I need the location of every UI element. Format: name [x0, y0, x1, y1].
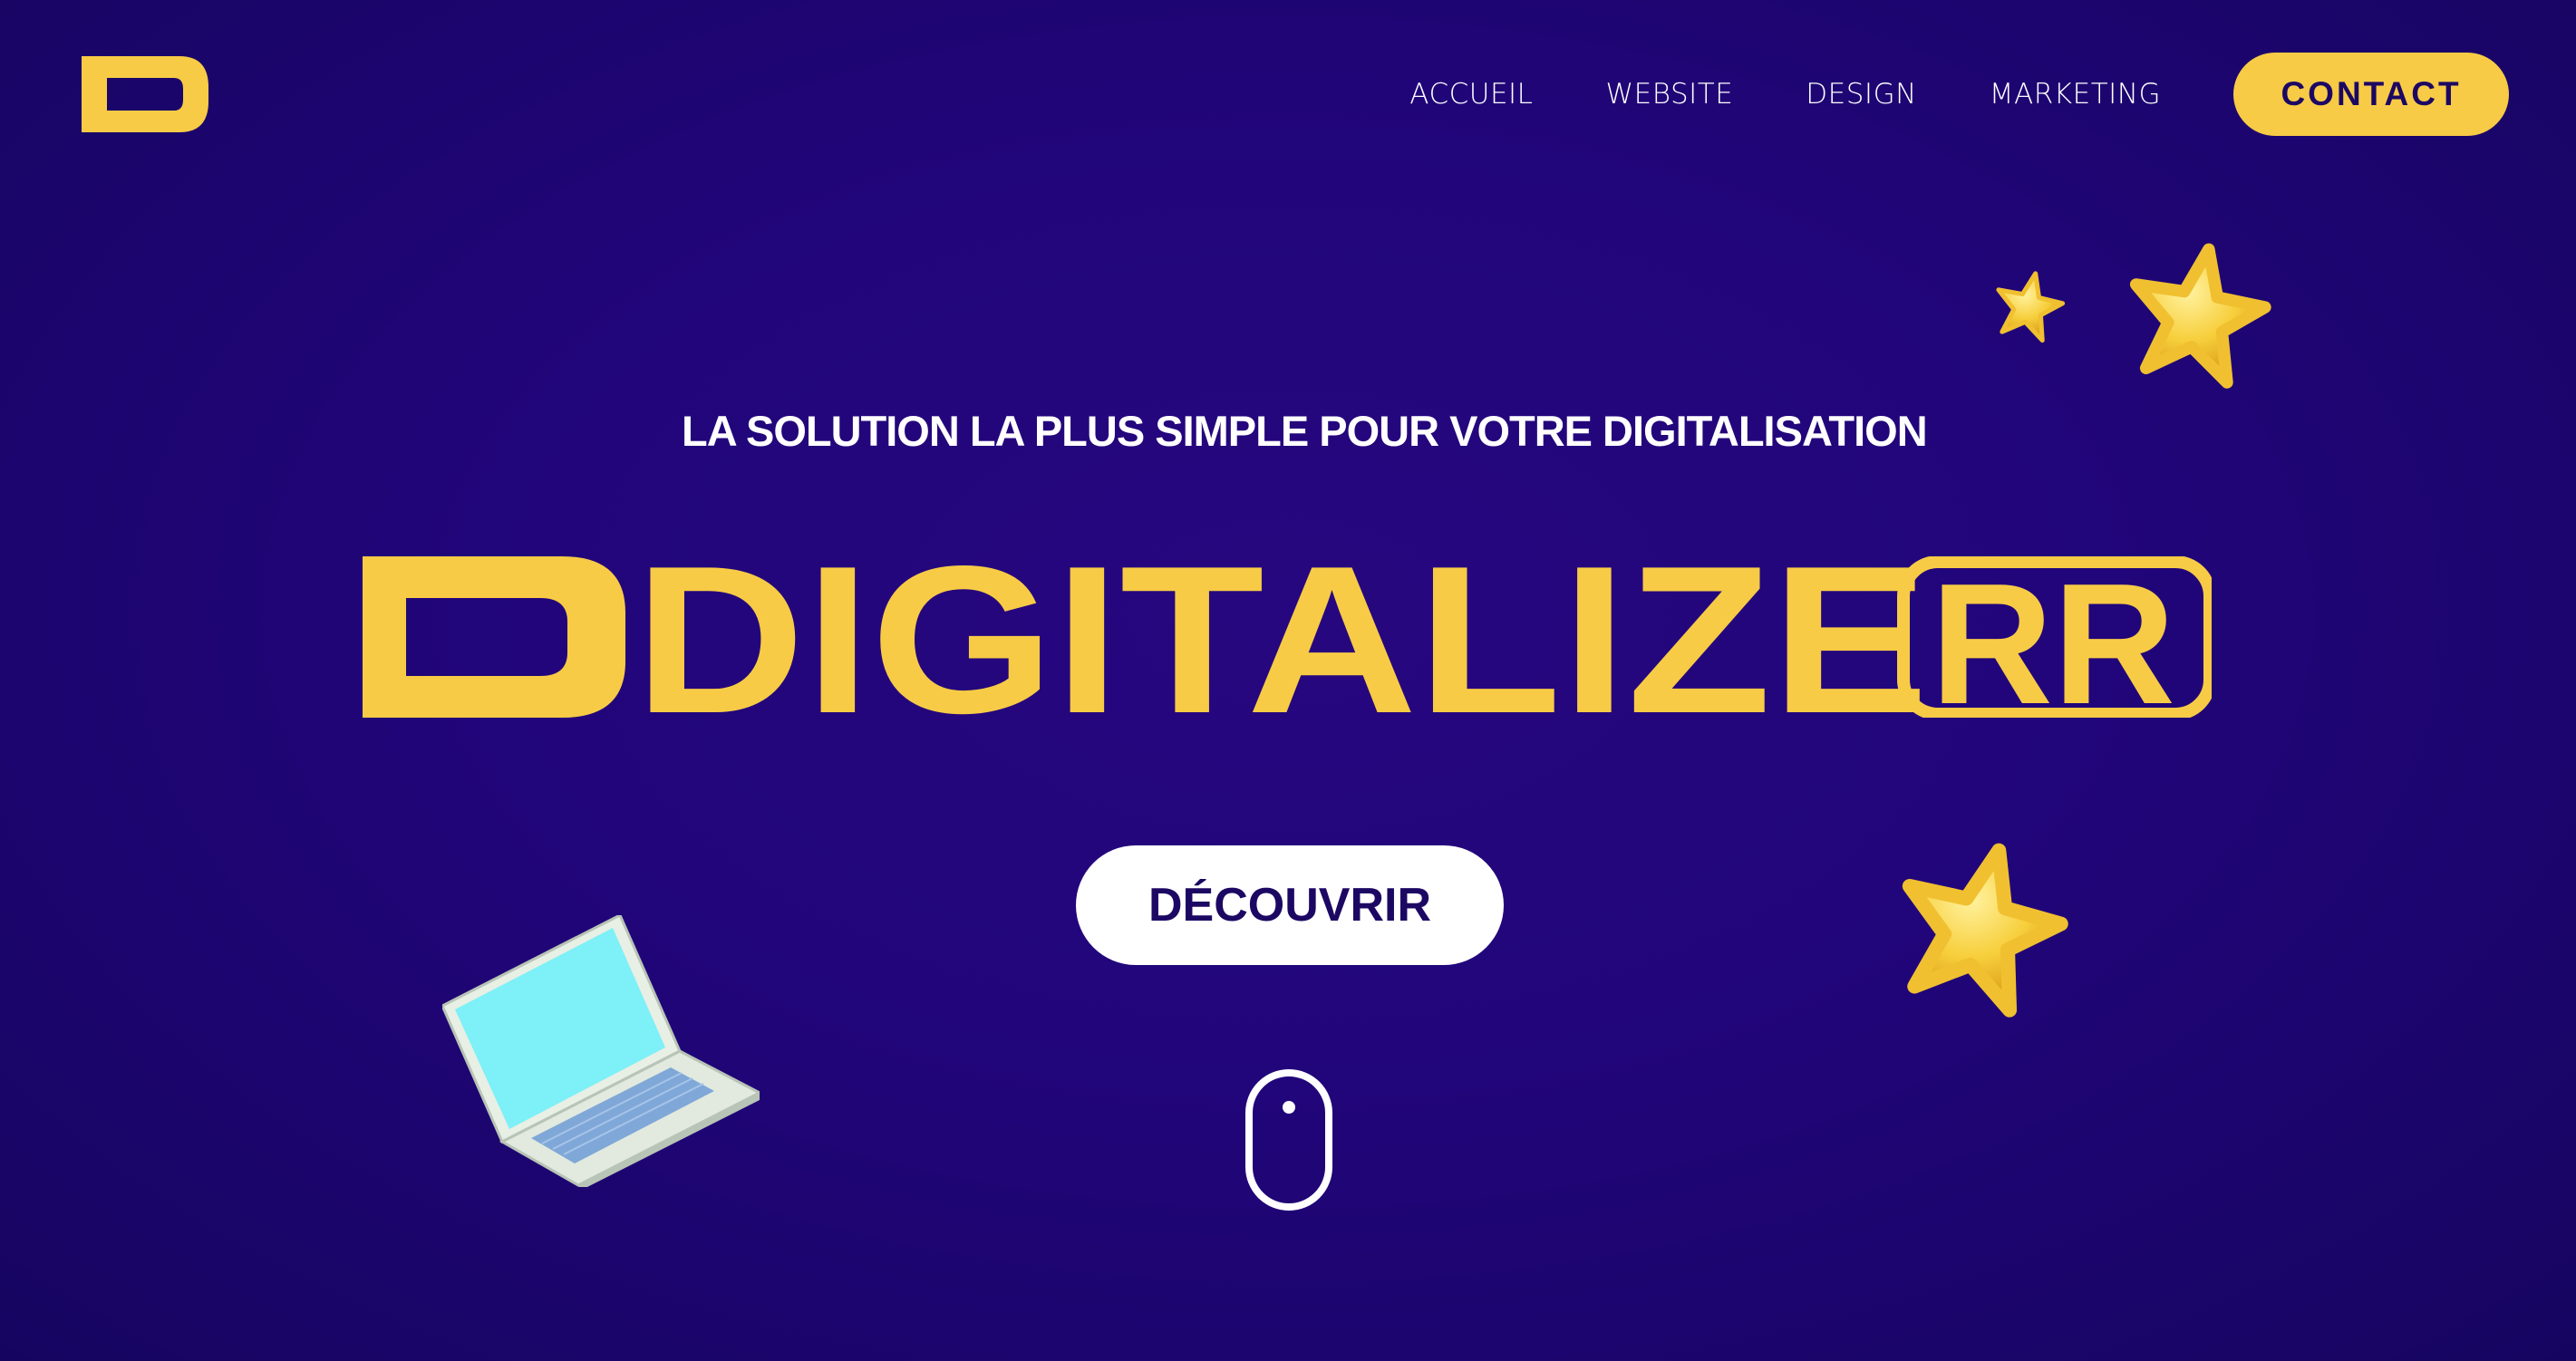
scroll-mouse-icon[interactable]	[1244, 1067, 1334, 1212]
headline-outline-text: RR	[1931, 556, 2175, 718]
star-icon	[1902, 843, 2068, 1018]
nav-marketing[interactable]: MARKETING	[1990, 78, 2161, 111]
discover-button[interactable]: DÉCOUVRIR	[1076, 845, 1504, 965]
nav-design[interactable]: DESIGN	[1806, 78, 1917, 111]
hero-headline: DIGITALIZE RR	[363, 556, 2212, 718]
nav-accueil[interactable]: ACCUEIL	[1409, 78, 1533, 111]
main-nav: ACCUEIL WEBSITE DESIGN MARKETING CONTACT	[1409, 53, 2509, 136]
nav-website[interactable]: WEBSITE	[1605, 78, 1733, 111]
star-icon	[2129, 243, 2271, 389]
logo[interactable]	[82, 56, 208, 132]
headline-solid-text: DIGITALIZE	[634, 556, 1929, 718]
hero-tagline: LA SOLUTION LA PLUS SIMPLE POUR VOTRE DI…	[682, 407, 1928, 455]
star-icon	[1996, 271, 2066, 343]
contact-button[interactable]: CONTACT	[2233, 53, 2509, 136]
laptop-icon	[442, 915, 760, 1187]
